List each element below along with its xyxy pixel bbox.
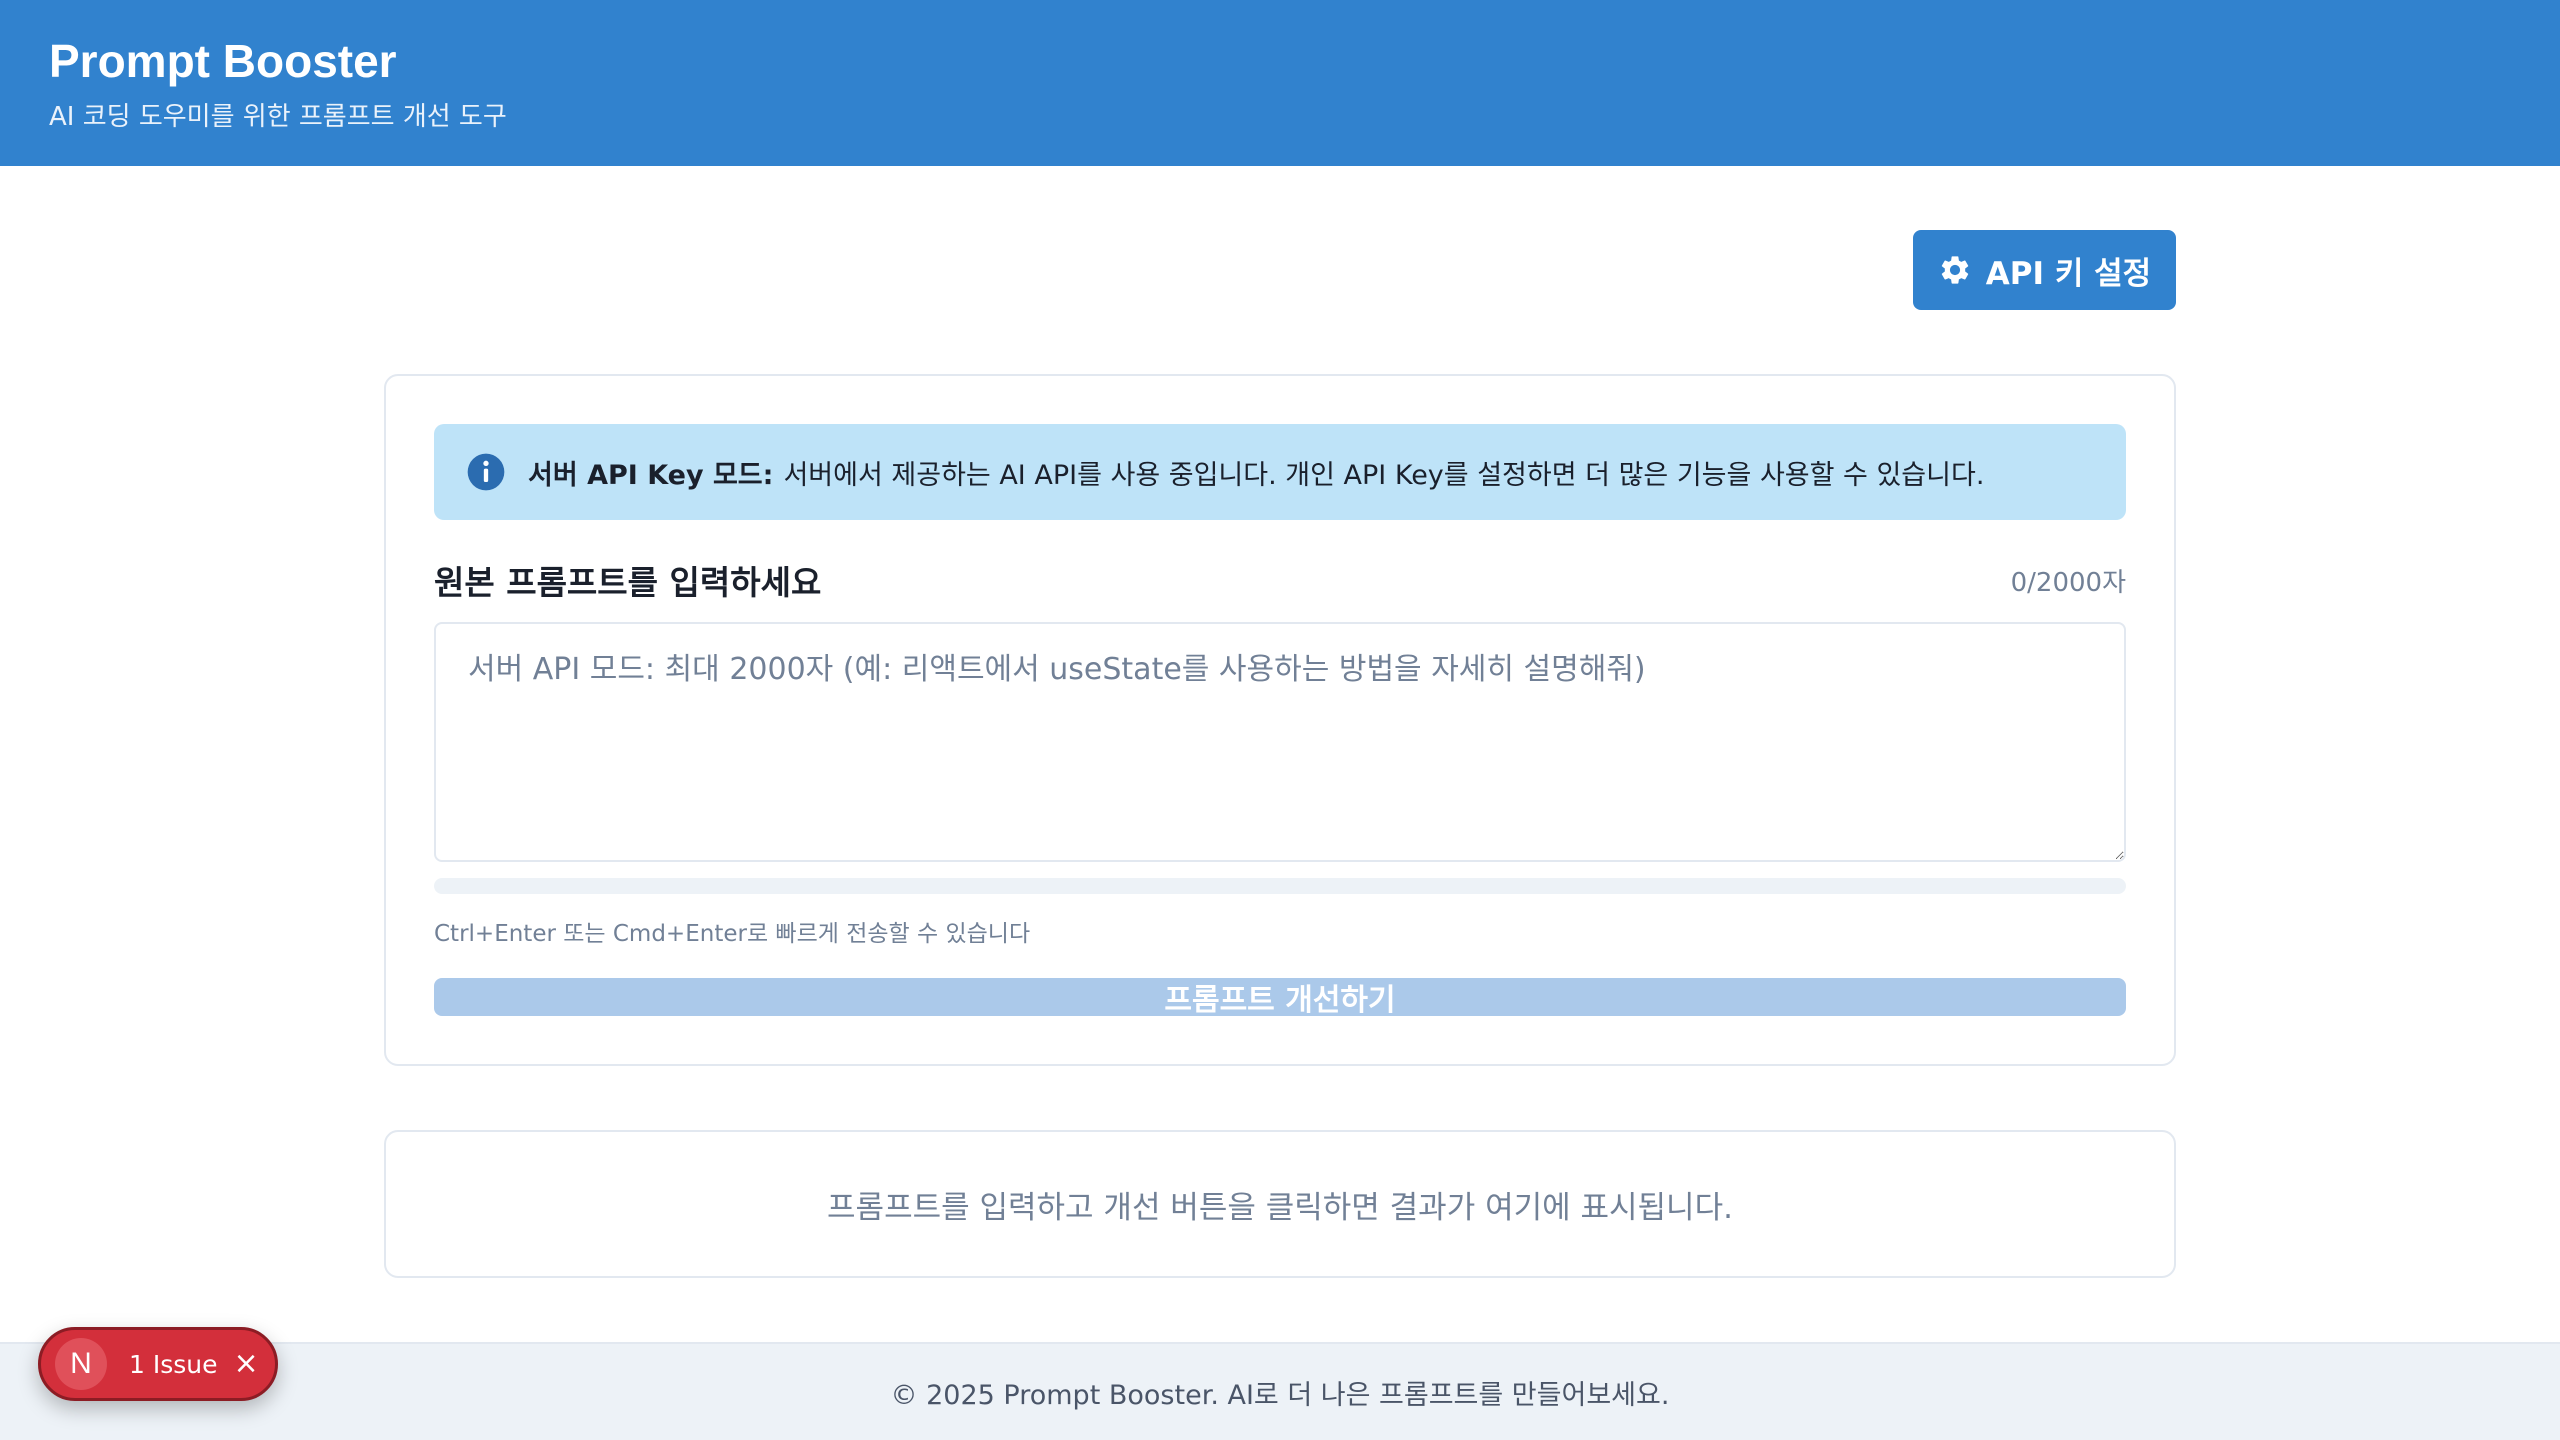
close-icon[interactable]: × [234,1349,259,1379]
nextjs-logo-icon: N [55,1338,107,1390]
char-count: 0/2000자 [2010,567,2126,598]
app-subtitle: AI 코딩 도우미를 위한 프롬프트 개선 도구 [49,102,507,132]
prompt-card: 서버 API Key 모드: 서버에서 제공하는 AI API를 사용 중입니다… [384,374,2176,1066]
result-card: 프롬프트를 입력하고 개선 버튼을 클릭하면 결과가 여기에 표시됩니다. [384,1130,2176,1278]
shortcut-hint: Ctrl+Enter 또는 Cmd+Enter로 빠르게 전송할 수 있습니다 [434,921,1031,947]
char-progress-bar [434,878,2126,894]
issue-indicator[interactable]: N 1 Issue × [38,1327,278,1401]
result-empty-message: 프롬프트를 입력하고 개선 버튼을 클릭하면 결과가 여기에 표시됩니다. [827,1189,1733,1226]
api-key-settings-label: API 키 설정 [1985,255,2152,292]
footer: © 2025 Prompt Booster. AI로 더 나은 프롬프트를 만들… [0,1342,2560,1440]
footer-text: © 2025 Prompt Booster. AI로 더 나은 프롬프트를 만들… [890,1379,1670,1411]
info-banner-text: 서버에서 제공하는 AI API를 사용 중입니다. 개인 API Key를 설… [783,459,1985,491]
app-header: Prompt Booster AI 코딩 도우미를 위한 프롬프트 개선 도구 [0,0,2560,166]
info-icon [467,453,505,491]
prompt-label: 원본 프롬프트를 입력하세요 [434,563,822,602]
info-banner: 서버 API Key 모드: 서버에서 제공하는 AI API를 사용 중입니다… [434,424,2126,520]
improve-prompt-button[interactable]: 프롬프트 개선하기 [434,978,2126,1018]
app-title: Prompt Booster [49,35,397,87]
gear-icon [1941,256,1969,284]
info-banner-mode: 서버 API Key 모드: [528,459,774,491]
api-key-settings-button[interactable]: API 키 설정 [1913,230,2176,310]
prompt-input[interactable] [434,622,2126,862]
prompt-label-row: 원본 프롬프트를 입력하세요 0/2000자 [434,556,2126,604]
issue-count[interactable]: 1 Issue [129,1350,218,1379]
